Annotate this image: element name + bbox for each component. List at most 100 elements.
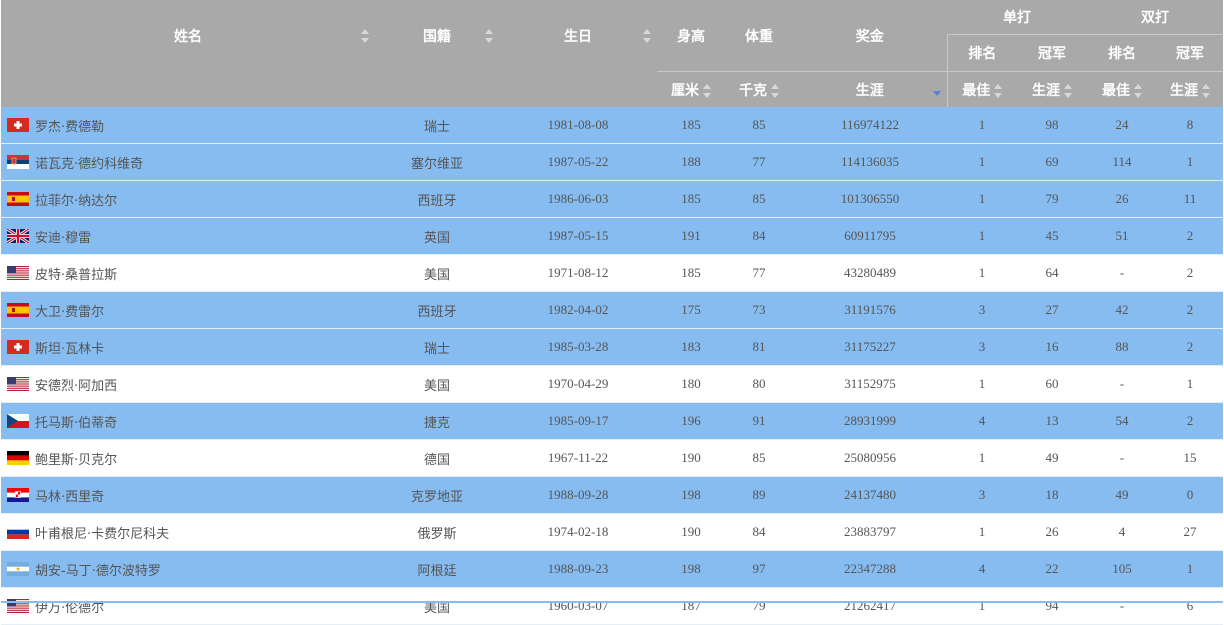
doubles-titles-cell: 27 [1157, 513, 1223, 551]
birthday-cell: 1988-09-28 [499, 476, 657, 514]
player-name-cell: 伊万·伦德尔 [1, 587, 375, 625]
prize-cell: 101306550 [793, 180, 947, 218]
player-name-cell: 斯坦·瓦林卡 [1, 328, 375, 366]
header-kg[interactable]: 千克 [725, 71, 793, 107]
header-height: 身高 [657, 0, 725, 72]
weight-cell: 85 [725, 439, 793, 477]
header-singles-career[interactable]: 生涯 [1017, 71, 1087, 107]
nationality-cell: 瑞士 [375, 328, 499, 366]
height-cell: 187 [657, 587, 725, 625]
usa-flag-icon [7, 266, 29, 280]
height-cell: 190 [657, 439, 725, 477]
player-name-cell: 拉菲尔·纳达尔 [1, 180, 375, 218]
header-singles-best[interactable]: 最佳 [946, 71, 1017, 107]
doubles-titles-cell: 1 [1157, 365, 1223, 403]
singles-best-cell: 1 [947, 513, 1017, 551]
height-cell: 185 [657, 254, 725, 292]
argentina-flag-icon [7, 562, 29, 576]
prize-cell: 31152975 [793, 365, 947, 403]
player-name-cell: 大卫·费雷尔 [1, 291, 375, 329]
header-doubles-best[interactable]: 最佳 [1087, 71, 1157, 107]
russia-flag-icon [7, 525, 29, 539]
sort-icon [643, 28, 651, 43]
height-cell: 185 [657, 107, 725, 144]
table-row[interactable]: 胡安-马丁·德尔波特罗 阿根廷 1988-09-23 198 97 22347288 4 22… [1, 550, 1223, 588]
singles-titles-cell: 69 [1017, 143, 1087, 181]
birthday-cell: 1981-08-08 [499, 107, 657, 144]
player-name-cell: 叶甫根尼·卡费尔尼科夫 [1, 513, 375, 551]
doubles-best-cell: 26 [1087, 180, 1157, 218]
doubles-best-cell: 114 [1087, 143, 1157, 181]
singles-titles-cell: 64 [1017, 254, 1087, 292]
player-name-cell: 安德烈·阿加西 [1, 365, 375, 403]
germany-flag-icon [7, 451, 29, 465]
doubles-best-cell: 54 [1087, 402, 1157, 440]
birthday-cell: 1982-04-02 [499, 291, 657, 329]
singles-best-cell: 1 [947, 180, 1017, 218]
header-doubles: 双打 [1087, 0, 1223, 35]
singles-titles-cell: 26 [1017, 513, 1087, 551]
player-name: 皮特·桑普拉斯 [35, 267, 118, 283]
singles-titles-cell: 98 [1017, 107, 1087, 144]
player-name: 马林·西里奇 [35, 489, 105, 505]
nationality-cell: 美国 [375, 587, 499, 625]
table-row[interactable]: 斯坦·瓦林卡 瑞士 1985-03-28 183 81 31175227 3 16 88 2 [1, 328, 1223, 366]
table-row[interactable]: 皮特·桑普拉斯 美国 1971-08-12 185 77 43280489 1 64-2 [1, 254, 1223, 292]
birthday-cell: 1985-03-28 [499, 328, 657, 366]
player-name: 斯坦·瓦林卡 [35, 341, 105, 357]
prize-cell: 21262417 [793, 587, 947, 625]
height-cell: 185 [657, 180, 725, 218]
birthday-cell: 1987-05-15 [499, 217, 657, 255]
doubles-best-cell: 49 [1087, 476, 1157, 514]
height-cell: 196 [657, 402, 725, 440]
table-row[interactable]: 诺瓦克·德约科维奇 塞尔维亚 1987-05-22 188 77 114136035 1 69… [1, 143, 1223, 181]
prize-cell: 31191576 [793, 291, 947, 329]
singles-best-cell: 1 [947, 143, 1017, 181]
prize-cell: 23883797 [793, 513, 947, 551]
prize-cell: 60911795 [793, 217, 947, 255]
sort-desc-icon [932, 83, 941, 97]
singles-best-cell: 1 [947, 587, 1017, 625]
singles-titles-cell: 60 [1017, 365, 1087, 403]
doubles-best-cell: 88 [1087, 328, 1157, 366]
table-row[interactable]: 鲍里斯·贝克尔 德国 1967-11-22 190 85 25080956 1 49-15 [1, 439, 1223, 477]
doubles-best-cell: 105 [1087, 550, 1157, 588]
table-row[interactable]: 拉菲尔·纳达尔 西班牙 1986-06-03 185 85 101306550 1 79 26 1… [1, 180, 1223, 218]
table-row[interactable]: 伊万·伦德尔 美国 1960-03-07 187 79 21262417 1 94-6 [1, 587, 1223, 625]
weight-cell: 89 [725, 476, 793, 514]
doubles-best-cell: - [1087, 365, 1157, 403]
doubles-titles-cell: 2 [1157, 328, 1223, 366]
table-row[interactable]: 马林·西里奇 克罗地亚 1988-09-28 198 89 24137480 3 18 49 0 [1, 476, 1223, 514]
header-cm[interactable]: 厘米 [657, 71, 725, 107]
singles-best-cell: 1 [947, 217, 1017, 255]
header-birthday[interactable]: 生日 [499, 0, 657, 72]
table-row[interactable]: 大卫·费雷尔 西班牙 1982-04-02 175 73 31191576 3 27 42 2 [1, 291, 1223, 329]
table-row[interactable]: 安迪·穆雷 英国 1987-05-15 191 84 60911795 1 45 51 2 [1, 217, 1223, 255]
doubles-titles-cell: 1 [1157, 550, 1223, 588]
player-name: 拉菲尔·纳达尔 [35, 193, 118, 209]
doubles-titles-cell: 2 [1157, 291, 1223, 329]
player-name-cell: 皮特·桑普拉斯 [1, 254, 375, 292]
weight-cell: 91 [725, 402, 793, 440]
header-nationality[interactable]: 国籍 [375, 0, 499, 72]
table-row[interactable]: 安德烈·阿加西 美国 1970-04-29 180 80 31152975 1 60-1 [1, 365, 1223, 403]
doubles-best-cell: 4 [1087, 513, 1157, 551]
singles-best-cell: 1 [947, 365, 1017, 403]
table-row[interactable]: 罗杰·费德勒 瑞士 1981-08-08 185 85 116974122 1 98 24 8 [1, 107, 1223, 144]
player-name: 安德烈·阿加西 [35, 378, 118, 394]
birthday-cell: 1988-09-23 [499, 550, 657, 588]
singles-titles-cell: 22 [1017, 550, 1087, 588]
height-cell: 188 [657, 143, 725, 181]
singles-titles-cell: 18 [1017, 476, 1087, 514]
height-cell: 191 [657, 217, 725, 255]
header-career-prize[interactable]: 生涯 [793, 71, 947, 107]
table-row[interactable]: 叶甫根尼·卡费尔尼科夫 俄罗斯 1974-02-18 190 84 23883797 1 26… [1, 513, 1223, 551]
header-name[interactable]: 姓名 [1, 0, 375, 72]
switzerland-flag-icon [7, 118, 29, 132]
sort-icon [1064, 83, 1072, 98]
header-doubles-career[interactable]: 生涯 [1157, 71, 1223, 107]
player-name: 诺瓦克·德约科维奇 [35, 156, 144, 172]
players-table: 姓名 国籍 生日 身高 体重 奖金 单打 双打 排名 冠军 排名 冠军 厘米 千… [1, 0, 1223, 625]
singles-best-cell: 1 [947, 254, 1017, 292]
table-row[interactable]: 托马斯·伯蒂奇 捷克 1985-09-17 196 91 28931999 4 13 54 2 [1, 402, 1223, 440]
